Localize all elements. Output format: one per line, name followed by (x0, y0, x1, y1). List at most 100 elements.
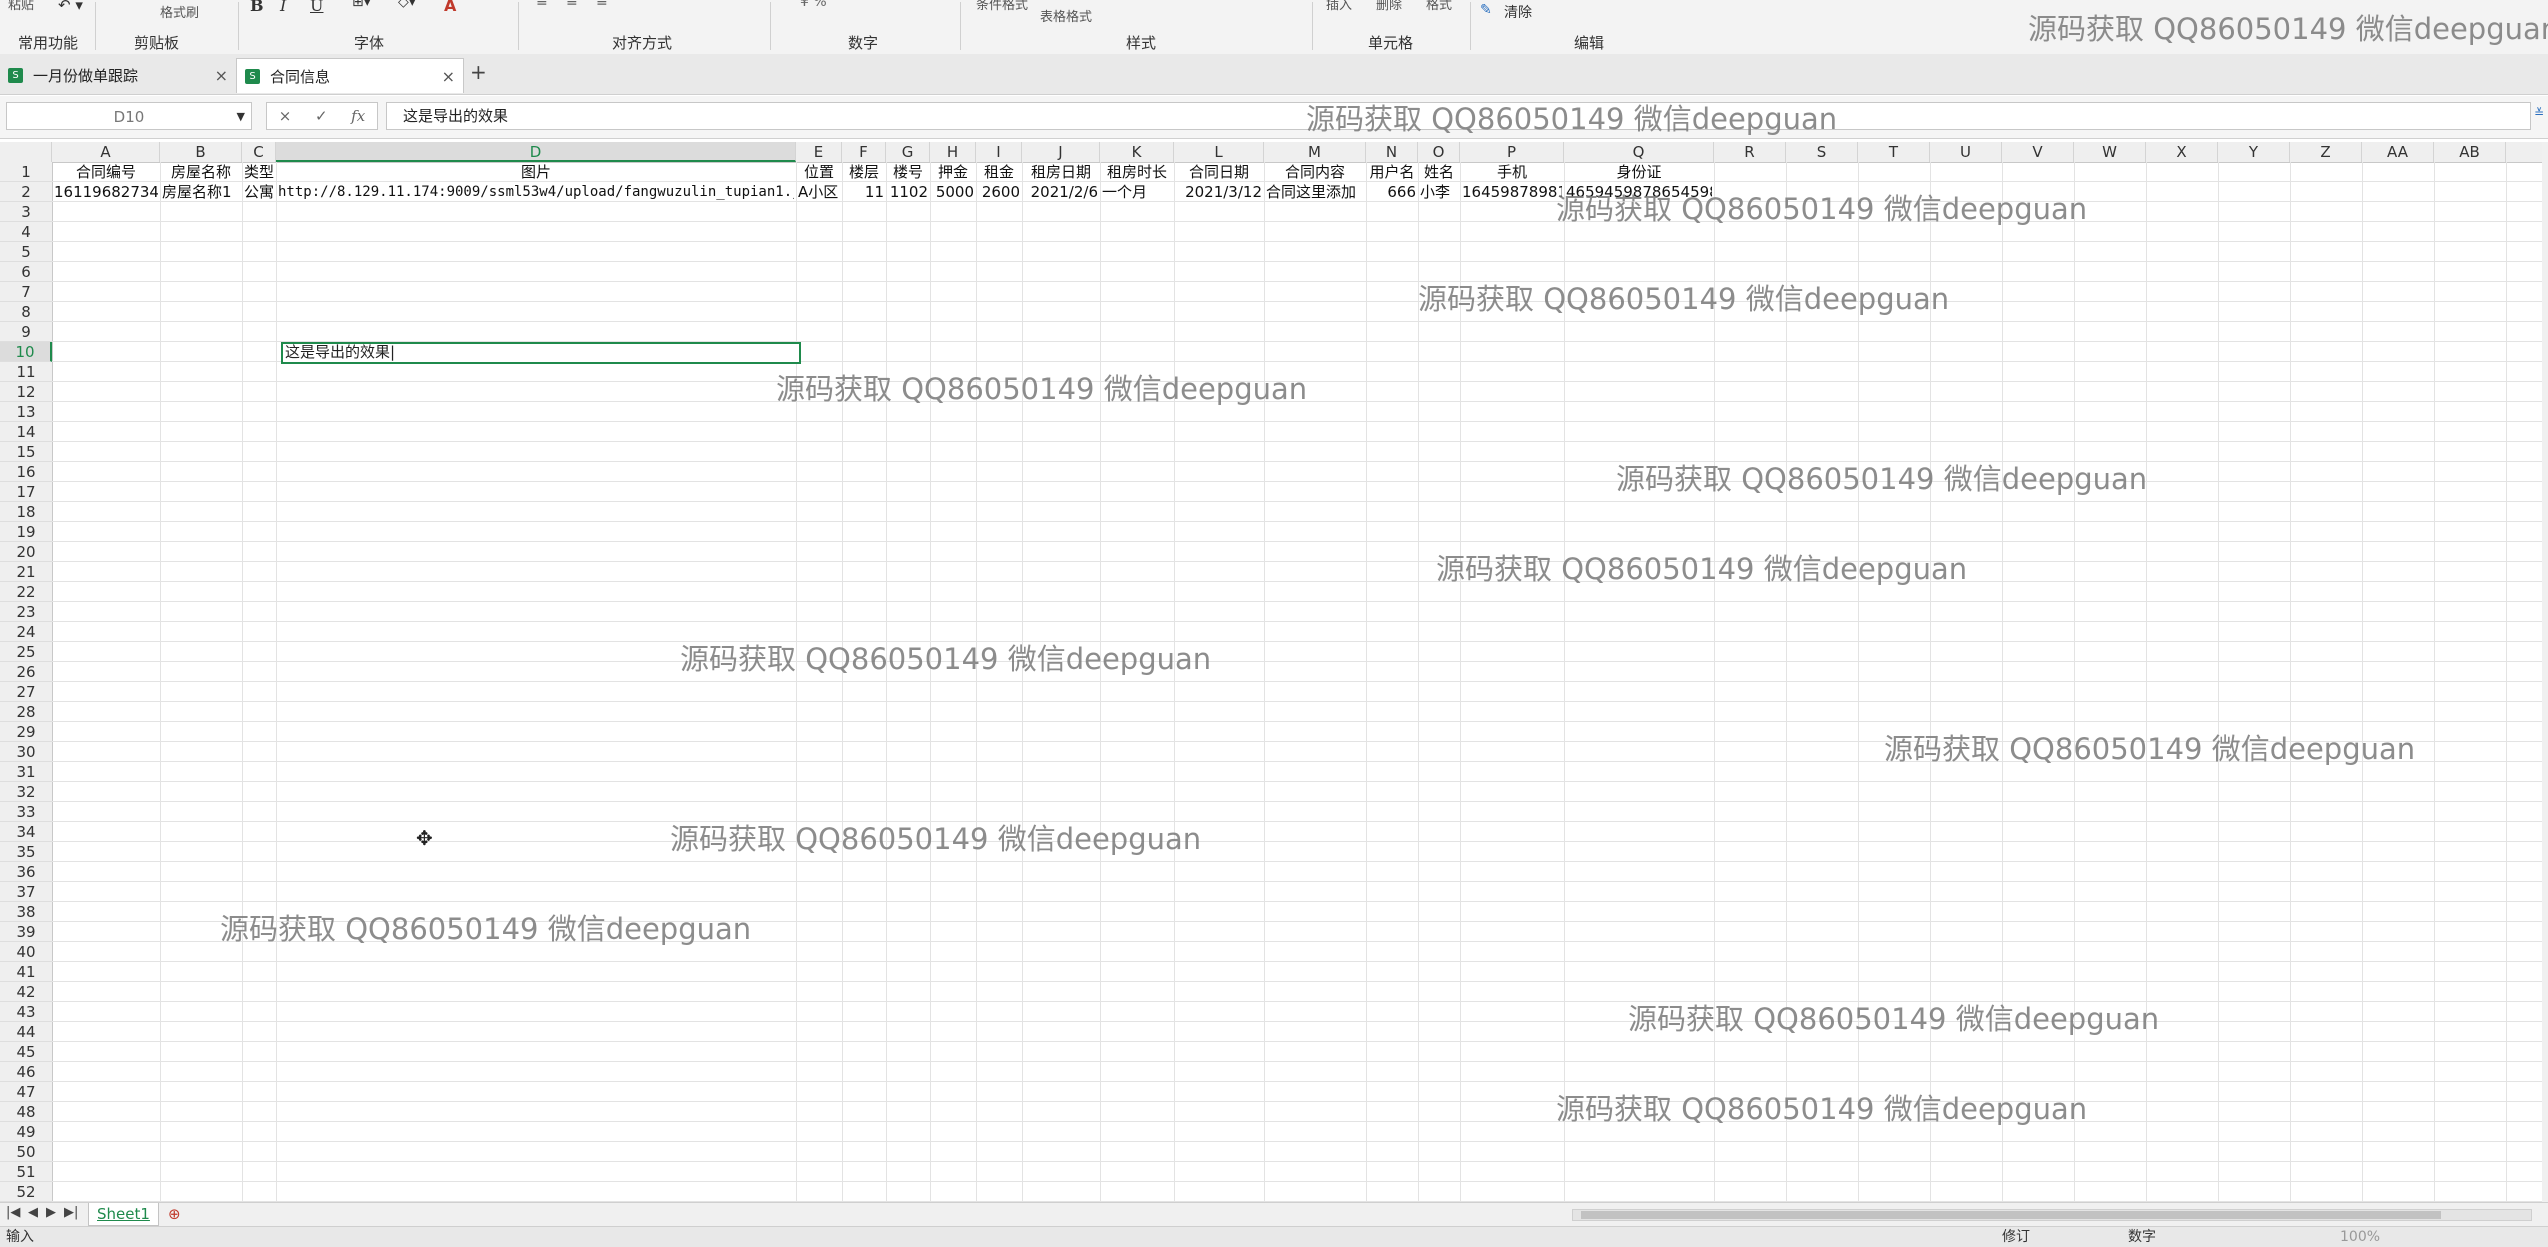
row-header-6[interactable]: 6 (0, 262, 52, 282)
row-header-36[interactable]: 36 (0, 862, 52, 882)
data-cell-p[interactable]: 16459878981 (1462, 182, 1562, 202)
column-header-j[interactable]: J (1022, 142, 1100, 162)
confirm-icon[interactable]: ✓ (315, 107, 328, 125)
row-header-52[interactable]: 52 (0, 1182, 52, 1202)
border-icon[interactable]: ⊞▾ (352, 0, 371, 10)
data-cell-k[interactable]: 一个月 (1102, 182, 1172, 202)
row-header-30[interactable]: 30 (0, 742, 52, 762)
column-header-p[interactable]: P (1460, 142, 1564, 162)
row-header-22[interactable]: 22 (0, 582, 52, 602)
row-header-21[interactable]: 21 (0, 562, 52, 582)
last-sheet-icon[interactable]: ▶| (64, 1205, 78, 1220)
format-cells-button[interactable]: 格式 (1426, 0, 1452, 13)
row-header-49[interactable]: 49 (0, 1122, 52, 1142)
header-cell-k[interactable]: 租房时长 (1102, 162, 1172, 182)
row-header-3[interactable]: 3 (0, 202, 52, 222)
column-header-f[interactable]: F (842, 142, 886, 162)
close-icon[interactable]: × (215, 66, 228, 85)
row-header-47[interactable]: 47 (0, 1082, 52, 1102)
clear-button[interactable]: 清除 (1504, 2, 1532, 22)
data-cell-l[interactable]: 2021/3/12 (1176, 182, 1262, 202)
align-center-icon[interactable]: ≡ (566, 0, 578, 10)
tab-january-orders[interactable]: S 一月份做单跟踪 × (0, 58, 236, 92)
header-cell-b[interactable]: 房屋名称 (162, 162, 240, 182)
row-header-15[interactable]: 15 (0, 442, 52, 462)
header-cell-h[interactable]: 押金 (932, 162, 974, 182)
data-cell-j[interactable]: 2021/2/6 (1024, 182, 1098, 202)
prev-sheet-icon[interactable]: ◀ (28, 1205, 38, 1220)
column-header-o[interactable]: O (1418, 142, 1460, 162)
row-header-50[interactable]: 50 (0, 1142, 52, 1162)
fill-color-icon[interactable]: ◇▾ (398, 0, 416, 10)
row-header-45[interactable]: 45 (0, 1042, 52, 1062)
column-header-d[interactable]: D (276, 142, 796, 162)
row-header-39[interactable]: 39 (0, 922, 52, 942)
row-header-35[interactable]: 35 (0, 842, 52, 862)
cancel-icon[interactable]: × (279, 107, 292, 125)
italic-button[interactable]: I (280, 0, 286, 15)
row-header-23[interactable]: 23 (0, 602, 52, 622)
header-cell-m[interactable]: 合同内容 (1266, 162, 1364, 182)
row-header-51[interactable]: 51 (0, 1162, 52, 1182)
data-cell-a[interactable]: 1611968273486 (54, 182, 158, 202)
header-cell-l[interactable]: 合同日期 (1176, 162, 1262, 182)
column-header-u[interactable]: U (1930, 142, 2002, 162)
column-header-t[interactable]: T (1858, 142, 1930, 162)
data-cell-c[interactable]: 公寓 (244, 182, 274, 202)
data-cell-f[interactable]: 11 (844, 182, 884, 202)
zoom-level[interactable]: 100% (2340, 1227, 2380, 1247)
header-cell-c[interactable]: 类型 (244, 162, 274, 182)
function-icon[interactable]: fx (351, 107, 365, 125)
column-header-i[interactable]: I (976, 142, 1022, 162)
column-header-w[interactable]: W (2074, 142, 2146, 162)
column-header-y[interactable]: Y (2218, 142, 2290, 162)
data-cell-m[interactable]: 合同这里添加 (1266, 182, 1364, 202)
sheet-tab-sheet1[interactable]: Sheet1 (88, 1203, 159, 1226)
conditional-format-button[interactable]: 条件格式 (976, 0, 1028, 13)
row-header-48[interactable]: 48 (0, 1102, 52, 1122)
row-header-44[interactable]: 44 (0, 1022, 52, 1042)
header-cell-d[interactable]: 图片 (278, 162, 794, 182)
scrollbar-thumb[interactable] (1581, 1211, 2441, 1219)
row-header-32[interactable]: 32 (0, 782, 52, 802)
column-header-l[interactable]: L (1174, 142, 1264, 162)
row-header-41[interactable]: 41 (0, 962, 52, 982)
row-header-20[interactable]: 20 (0, 542, 52, 562)
row-header-43[interactable]: 43 (0, 1002, 52, 1022)
data-cell-o[interactable]: 小李 (1420, 182, 1458, 202)
row-header-1[interactable]: 1 (0, 162, 52, 182)
row-header-19[interactable]: 19 (0, 522, 52, 542)
select-all-corner[interactable] (0, 142, 52, 162)
horizontal-scrollbar[interactable] (1572, 1209, 2532, 1221)
header-cell-a[interactable]: 合同编号 (54, 162, 158, 182)
header-cell-p[interactable]: 手机 (1462, 162, 1562, 182)
row-header-25[interactable]: 25 (0, 642, 52, 662)
insert-cells-button[interactable]: 插入 (1326, 0, 1352, 13)
add-sheet-icon[interactable]: ⊕ (168, 1205, 181, 1223)
column-header-m[interactable]: M (1264, 142, 1366, 162)
data-cell-q[interactable]: 465945987865459878 (1566, 182, 1712, 202)
data-cell-i[interactable]: 2600 (978, 182, 1020, 202)
row-header-17[interactable]: 17 (0, 482, 52, 502)
underline-button[interactable]: U (310, 0, 323, 15)
expand-formula-icon[interactable]: ≚ (2534, 106, 2544, 120)
active-cell[interactable]: 这是导出的效果| (281, 342, 801, 364)
eraser-icon[interactable]: ✎ (1480, 2, 1492, 18)
header-cell-j[interactable]: 租房日期 (1024, 162, 1098, 182)
font-color-button[interactable]: A (444, 0, 456, 15)
bold-button[interactable]: B (250, 0, 264, 15)
column-header-r[interactable]: R (1714, 142, 1786, 162)
row-header-13[interactable]: 13 (0, 402, 52, 422)
format-painter-button[interactable]: 格式刷 (160, 2, 199, 21)
row-header-11[interactable]: 11 (0, 362, 52, 382)
column-header-aa[interactable]: AA (2362, 142, 2434, 162)
column-header-b[interactable]: B (160, 142, 242, 162)
close-icon[interactable]: × (442, 67, 455, 86)
row-header-28[interactable]: 28 (0, 702, 52, 722)
row-header-29[interactable]: 29 (0, 722, 52, 742)
row-header-40[interactable]: 40 (0, 942, 52, 962)
paste-button[interactable]: 粘贴 (8, 0, 34, 13)
column-header-q[interactable]: Q (1564, 142, 1714, 162)
new-tab-icon[interactable]: + (470, 60, 487, 84)
next-sheet-icon[interactable]: ▶ (46, 1205, 56, 1220)
